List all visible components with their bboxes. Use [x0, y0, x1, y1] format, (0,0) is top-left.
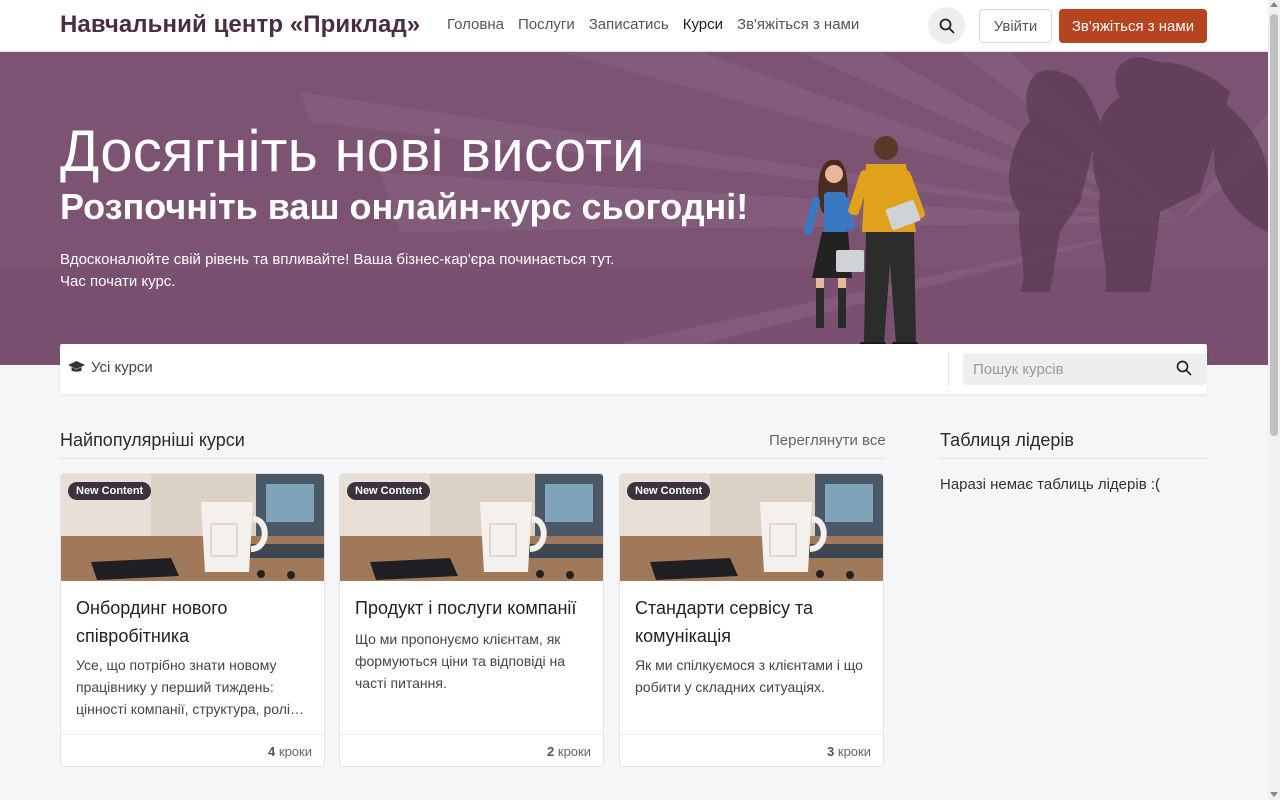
- scrollbar-thumb[interactable]: [1270, 14, 1278, 436]
- scroll-up-arrow-icon[interactable]: [1270, 2, 1278, 7]
- steps-count: 2: [547, 744, 555, 759]
- popular-divider: [60, 458, 884, 459]
- see-all-link[interactable]: Переглянути все: [769, 432, 886, 449]
- search-icon[interactable]: [1176, 360, 1192, 376]
- course-title[interactable]: Стандарти сервісу та комунікація: [635, 594, 875, 650]
- site-header: Навчальний центр «Приклад» Головна Послу…: [0, 0, 1268, 52]
- contact-button[interactable]: Зв'яжіться з нами: [1059, 9, 1207, 43]
- nav-courses[interactable]: Курси: [683, 16, 723, 33]
- graduation-cap-icon: [68, 361, 85, 372]
- nav-contact[interactable]: Зв'яжіться з нами: [737, 16, 859, 33]
- hero-banner: Досягніть нові висоти Розпочніть ваш онл…: [0, 52, 1268, 365]
- header-search-button[interactable]: [928, 7, 965, 44]
- login-button[interactable]: Увійти: [979, 9, 1052, 43]
- hero-title: Досягніть нові висоти: [60, 119, 645, 184]
- course-search-input[interactable]: [963, 353, 1206, 385]
- new-content-badge: New Content: [347, 482, 431, 500]
- hero-text-line1: Вдосконалюйте свій рівень та впливайте! …: [60, 251, 615, 268]
- main-nav: Головна Послуги Записатись Курси Зв'яжіт…: [447, 16, 873, 33]
- course-filter-bar: Усі курси: [60, 344, 1207, 394]
- card-footer: 3 кроки: [620, 734, 883, 766]
- page-scrollbar[interactable]: [1268, 0, 1280, 800]
- popular-courses-title: Найпопулярніші курси: [60, 430, 245, 450]
- steps-count: 4: [268, 744, 276, 759]
- course-title[interactable]: Онбординг нового співробітника: [76, 594, 316, 650]
- course-title[interactable]: Продукт і послуги компанії: [355, 594, 595, 622]
- card-footer: 2 кроки: [340, 734, 603, 766]
- steps-count: 3: [827, 744, 835, 759]
- site-brand[interactable]: Навчальний центр «Приклад»: [60, 11, 420, 39]
- search-icon: [939, 18, 954, 33]
- all-courses-filter[interactable]: Усі курси: [68, 359, 153, 376]
- all-courses-label: Усі курси: [91, 359, 153, 376]
- leaderboard-empty-message: Наразі немає таблиць лідерів :(: [940, 476, 1160, 493]
- course-description: Що ми пропонуємо клієнтам, як формуються…: [355, 631, 566, 691]
- steps-label: кроки: [557, 744, 591, 759]
- leaderboard-title: Таблиця лідерів: [940, 430, 1074, 450]
- new-content-badge: New Content: [68, 482, 152, 500]
- course-card[interactable]: New Content Стандарти сервісу та комунік…: [619, 473, 884, 767]
- course-steps: 4 кроки: [268, 744, 312, 759]
- hero-subtitle: Розпочніть ваш онлайн-курс сьогодні!: [60, 186, 749, 227]
- scroll-down-arrow-icon[interactable]: [1270, 792, 1278, 797]
- steps-label: кроки: [837, 744, 871, 759]
- nav-services[interactable]: Послуги: [518, 16, 575, 33]
- leaderboard-divider: [940, 458, 1207, 459]
- hero-text-line2: Час почати курс.: [60, 273, 176, 290]
- course-description: Усе, що потрібно знати новому працівнику…: [76, 657, 304, 717]
- nav-home[interactable]: Головна: [447, 16, 504, 33]
- filter-divider: [948, 352, 949, 386]
- steps-label: кроки: [278, 744, 312, 759]
- course-steps: 3 кроки: [827, 744, 871, 759]
- course-description: Як ми спілкуємося з клієнтами і що робит…: [635, 657, 863, 695]
- course-card[interactable]: New Content Онбординг нового співробітни…: [60, 473, 325, 767]
- card-footer: 4 кроки: [61, 734, 324, 766]
- nav-enroll[interactable]: Записатись: [589, 16, 669, 33]
- course-steps: 2 кроки: [547, 744, 591, 759]
- course-card[interactable]: New Content Продукт і послуги компанії Щ…: [339, 473, 604, 767]
- hero-text: Вдосконалюйте свій рівень та впливайте! …: [60, 249, 620, 293]
- new-content-badge: New Content: [627, 482, 711, 500]
